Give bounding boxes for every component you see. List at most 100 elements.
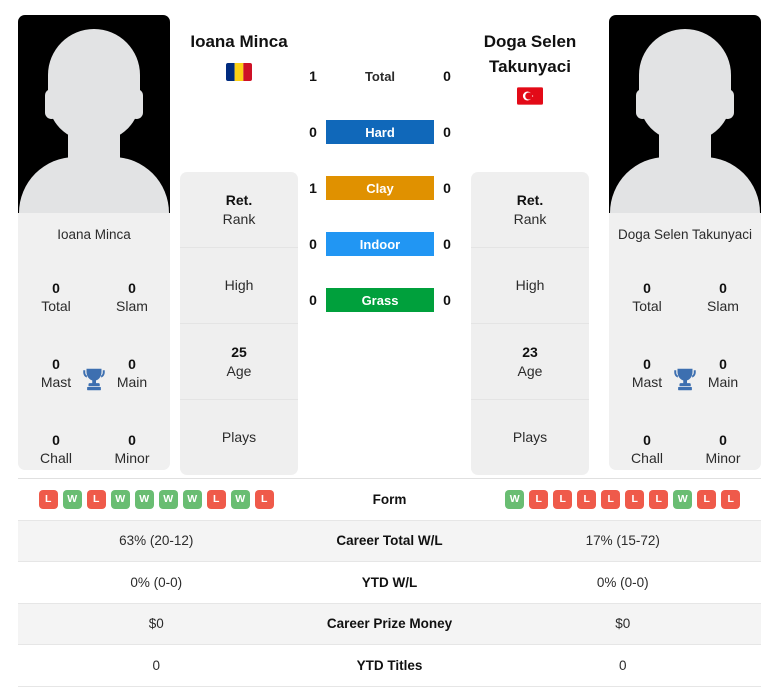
avatar-right [609, 15, 761, 213]
form-badge-loss[interactable]: L [577, 489, 597, 509]
form-badge-loss[interactable]: L [254, 489, 274, 509]
form-badge-win[interactable]: W [134, 489, 154, 509]
titles-slam-right: 0 Slam [685, 279, 761, 316]
player-name-right: Doga Selen Takunyaci [483, 32, 577, 76]
h2h-row-indoor: 0 Indoor 0 [300, 230, 460, 258]
h2h-score-left: 1 [309, 180, 317, 196]
form-badge-loss[interactable]: L [38, 489, 58, 509]
info-high-right: High [471, 248, 589, 324]
titles-total-label: Total [632, 298, 662, 314]
form-badge-loss[interactable]: L [721, 489, 741, 509]
h2h-score-right: 0 [443, 180, 451, 196]
titles-slam-label: Slam [116, 298, 148, 314]
form-badge-loss[interactable]: L [86, 489, 106, 509]
h2h-score-right: 0 [443, 236, 451, 252]
form-badge-win[interactable]: W [158, 489, 178, 509]
titles-slam-value: 0 [719, 279, 727, 296]
titles-row: 0 Chall 0 Minor [18, 411, 170, 470]
stat-label: YTD W/L [361, 574, 418, 590]
form-badge-win[interactable]: W [673, 489, 693, 509]
comparison-header: Ioana Minca 0 Total 0 Slam 0 Mast 0 Main… [0, 0, 779, 475]
head-to-head-column: 1 Total 0 0 Hard 0 1 Clay 0 0 Indoor 0 0 Grass 0 [300, 62, 460, 342]
trophy-icon [670, 365, 700, 395]
info-high-label: High [224, 277, 254, 294]
titles-minor-left: 0 Minor [94, 431, 170, 468]
h2h-score-left: 0 [309, 236, 317, 252]
titles-row: 0 Total 0 Slam [18, 259, 170, 335]
silhouette-ear-right-icon [721, 89, 734, 119]
silhouette-head-icon [639, 29, 731, 141]
player-comparison-page: Ioana Minca 0 Total 0 Slam 0 Mast 0 Main… [0, 0, 779, 699]
titles-total-label: Total [41, 298, 71, 314]
titles-chall-label: Chall [631, 450, 663, 466]
form-badge-loss[interactable]: L [601, 489, 621, 509]
info-age-value: 23 [522, 343, 538, 360]
avatar-name-right: Doga Selen Takunyaci [617, 226, 753, 242]
titles-minor-value: 0 [128, 431, 136, 448]
form-badge-win[interactable]: W [505, 489, 525, 509]
titles-minor-label: Minor [114, 450, 150, 466]
titles-chall-right: 0 Chall [609, 431, 685, 468]
h2h-row-total: 1 Total 0 [300, 62, 460, 90]
stat-row: $0 Career Prize Money $0 [18, 603, 761, 645]
titles-chall-left: 0 Chall [18, 431, 94, 468]
stat-value-left: $0 [148, 616, 164, 632]
surface-badge-hard[interactable]: Hard [326, 120, 434, 144]
titles-chall-value: 0 [643, 431, 651, 448]
form-badge-loss[interactable]: L [697, 489, 717, 509]
info-rank-left: Ret. Rank [180, 172, 298, 248]
stat-row: 0% (0-0) YTD W/L 0% (0-0) [18, 562, 761, 604]
player-card-left[interactable]: Ioana Minca 0 Total 0 Slam 0 Mast 0 Main… [18, 15, 170, 470]
titles-total-value: 0 [643, 279, 651, 296]
form-strip-left: LWLWWWWLWL [18, 489, 295, 509]
turkey-flag-icon [517, 87, 543, 105]
form-badge-loss[interactable]: L [206, 489, 226, 509]
info-plays-right: Plays [471, 400, 589, 475]
info-rank-value: Ret. [225, 191, 253, 208]
stat-value-left: 0 [152, 657, 160, 673]
stat-label: Career Prize Money [326, 616, 453, 632]
titles-total-value: 0 [52, 279, 60, 296]
h2h-row-clay: 1 Clay 0 [300, 174, 460, 202]
titles-total-left: 0 Total [18, 279, 94, 316]
player-card-right[interactable]: Doga Selen Takunyaci 0 Total 0 Slam 0 Ma… [609, 15, 761, 470]
info-plays-label: Plays [221, 429, 257, 446]
info-age-label: Age [517, 362, 543, 379]
info-age-right: 23 Age [471, 324, 589, 400]
silhouette-head-icon [48, 29, 140, 141]
form-badge-loss[interactable]: L [649, 489, 669, 509]
h2h-score-right: 0 [443, 68, 451, 84]
player-name-left: Ioana Minca [190, 32, 288, 51]
form-strip-right: WLLLLLLWLL [485, 489, 762, 509]
titles-grid-right: 0 Total 0 Slam 0 Mast 0 Main 0 Chall 0 M… [609, 255, 761, 470]
titles-total-right: 0 Total [609, 279, 685, 316]
info-panel-right: Ret. Rank High 23 Age Plays [471, 172, 589, 475]
titles-minor-right: 0 Minor [685, 431, 761, 468]
info-age-label: Age [226, 362, 252, 379]
stat-value-left: LWLWWWWLWL [18, 489, 295, 509]
titles-grid-left: 0 Total 0 Slam 0 Mast 0 Main 0 Chall 0 M… [18, 255, 170, 470]
surface-badge-indoor[interactable]: Indoor [326, 232, 434, 256]
form-badge-win[interactable]: W [110, 489, 130, 509]
info-panel-left: Ret. Rank High 25 Age Plays [180, 172, 298, 475]
player-header-left[interactable]: Ioana Minca [157, 30, 321, 81]
silhouette-ear-right-icon [130, 89, 143, 119]
surface-badge-grass[interactable]: Grass [326, 288, 434, 312]
stat-value-right: WLLLLLLWLL [485, 489, 762, 509]
form-badge-win[interactable]: W [182, 489, 202, 509]
form-badge-loss[interactable]: L [529, 489, 549, 509]
stat-label: YTD Titles [356, 657, 423, 673]
h2h-score-right: 0 [443, 124, 451, 140]
form-badge-loss[interactable]: L [553, 489, 573, 509]
info-high-left: High [180, 248, 298, 324]
stat-row: 0 YTD Titles 0 [18, 645, 761, 687]
form-badge-win[interactable]: W [62, 489, 82, 509]
stat-value-right: 0 [618, 657, 627, 673]
form-badge-win[interactable]: W [230, 489, 250, 509]
titles-slam-left: 0 Slam [94, 279, 170, 316]
stat-row: L W L W W W W L W L Form W L L L L L L W L L [18, 479, 761, 521]
form-badge-loss[interactable]: L [625, 489, 645, 509]
player-header-right[interactable]: Doga Selen Takunyaci [448, 30, 612, 105]
surface-badge-clay[interactable]: Clay [326, 176, 434, 200]
avatar-name-left: Ioana Minca [57, 226, 131, 242]
